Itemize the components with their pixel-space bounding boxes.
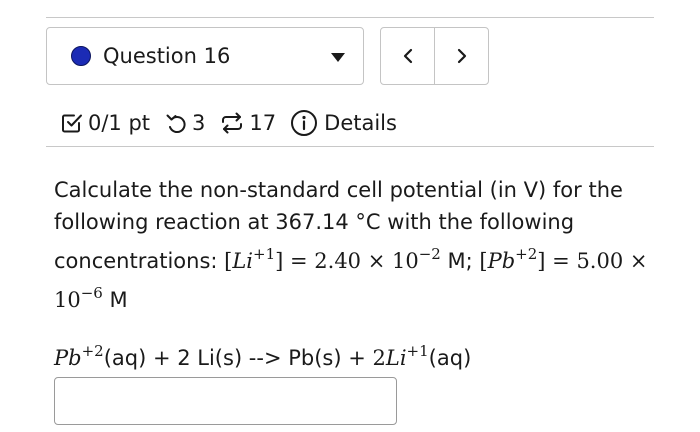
question-meta: 0/1 pt 3 17 Details <box>60 108 397 138</box>
question-selector[interactable]: Question 16 <box>46 27 364 85</box>
question-text: Calculate the non-standard cell potentia… <box>54 178 648 312</box>
reaction-middle: (aq) + 2 Li(s) --> Pb(s) + <box>103 346 373 370</box>
pb-ion-charge: +2 <box>515 245 538 263</box>
chevron-left-icon <box>403 48 412 64</box>
reaction-li-charge: +1 <box>406 342 429 360</box>
pb-exponent: −6 <box>80 284 103 302</box>
question-selector-label: Question 16 <box>103 44 231 68</box>
next-question-button[interactable] <box>434 28 488 84</box>
meta-divider <box>46 146 654 147</box>
top-divider <box>46 17 654 18</box>
undo-icon <box>164 111 188 135</box>
repeat-icon <box>219 111 245 135</box>
pb-ion-symbol: Pb <box>487 249 516 273</box>
details-button[interactable]: Details <box>290 109 397 137</box>
checkbox-icon <box>60 111 84 135</box>
li-ion-symbol: Li <box>232 249 254 273</box>
caret-down-icon <box>331 53 345 62</box>
reaction-coefficient: 2 <box>372 346 386 370</box>
li-unit: M; <box>440 249 480 273</box>
chevron-right-icon <box>457 48 466 64</box>
li-ion-charge: +1 <box>253 245 276 263</box>
details-label: Details <box>324 111 397 135</box>
status-dot-icon <box>71 46 91 66</box>
question-nav <box>380 27 489 85</box>
versions-text: 17 <box>249 111 277 135</box>
reaction-pb: Pb <box>54 346 82 370</box>
pb-unit: M <box>102 288 128 312</box>
reaction-pb-charge: +2 <box>81 342 104 360</box>
li-concentration: = 2.40 × 10 <box>283 249 419 273</box>
reaction-end: (aq) <box>428 346 472 370</box>
answer-input[interactable] <box>54 377 397 425</box>
reaction-li: Li <box>385 346 407 370</box>
attempts-text: 3 <box>192 111 206 135</box>
reaction-equation: Pb+2(aq) + 2 Li(s) --> Pb(s) + 2Li+1(aq) <box>54 335 471 374</box>
previous-question-button[interactable] <box>381 28 434 84</box>
info-icon <box>290 109 318 137</box>
li-exponent: −2 <box>418 245 441 263</box>
score-text: 0/1 pt <box>88 111 151 135</box>
